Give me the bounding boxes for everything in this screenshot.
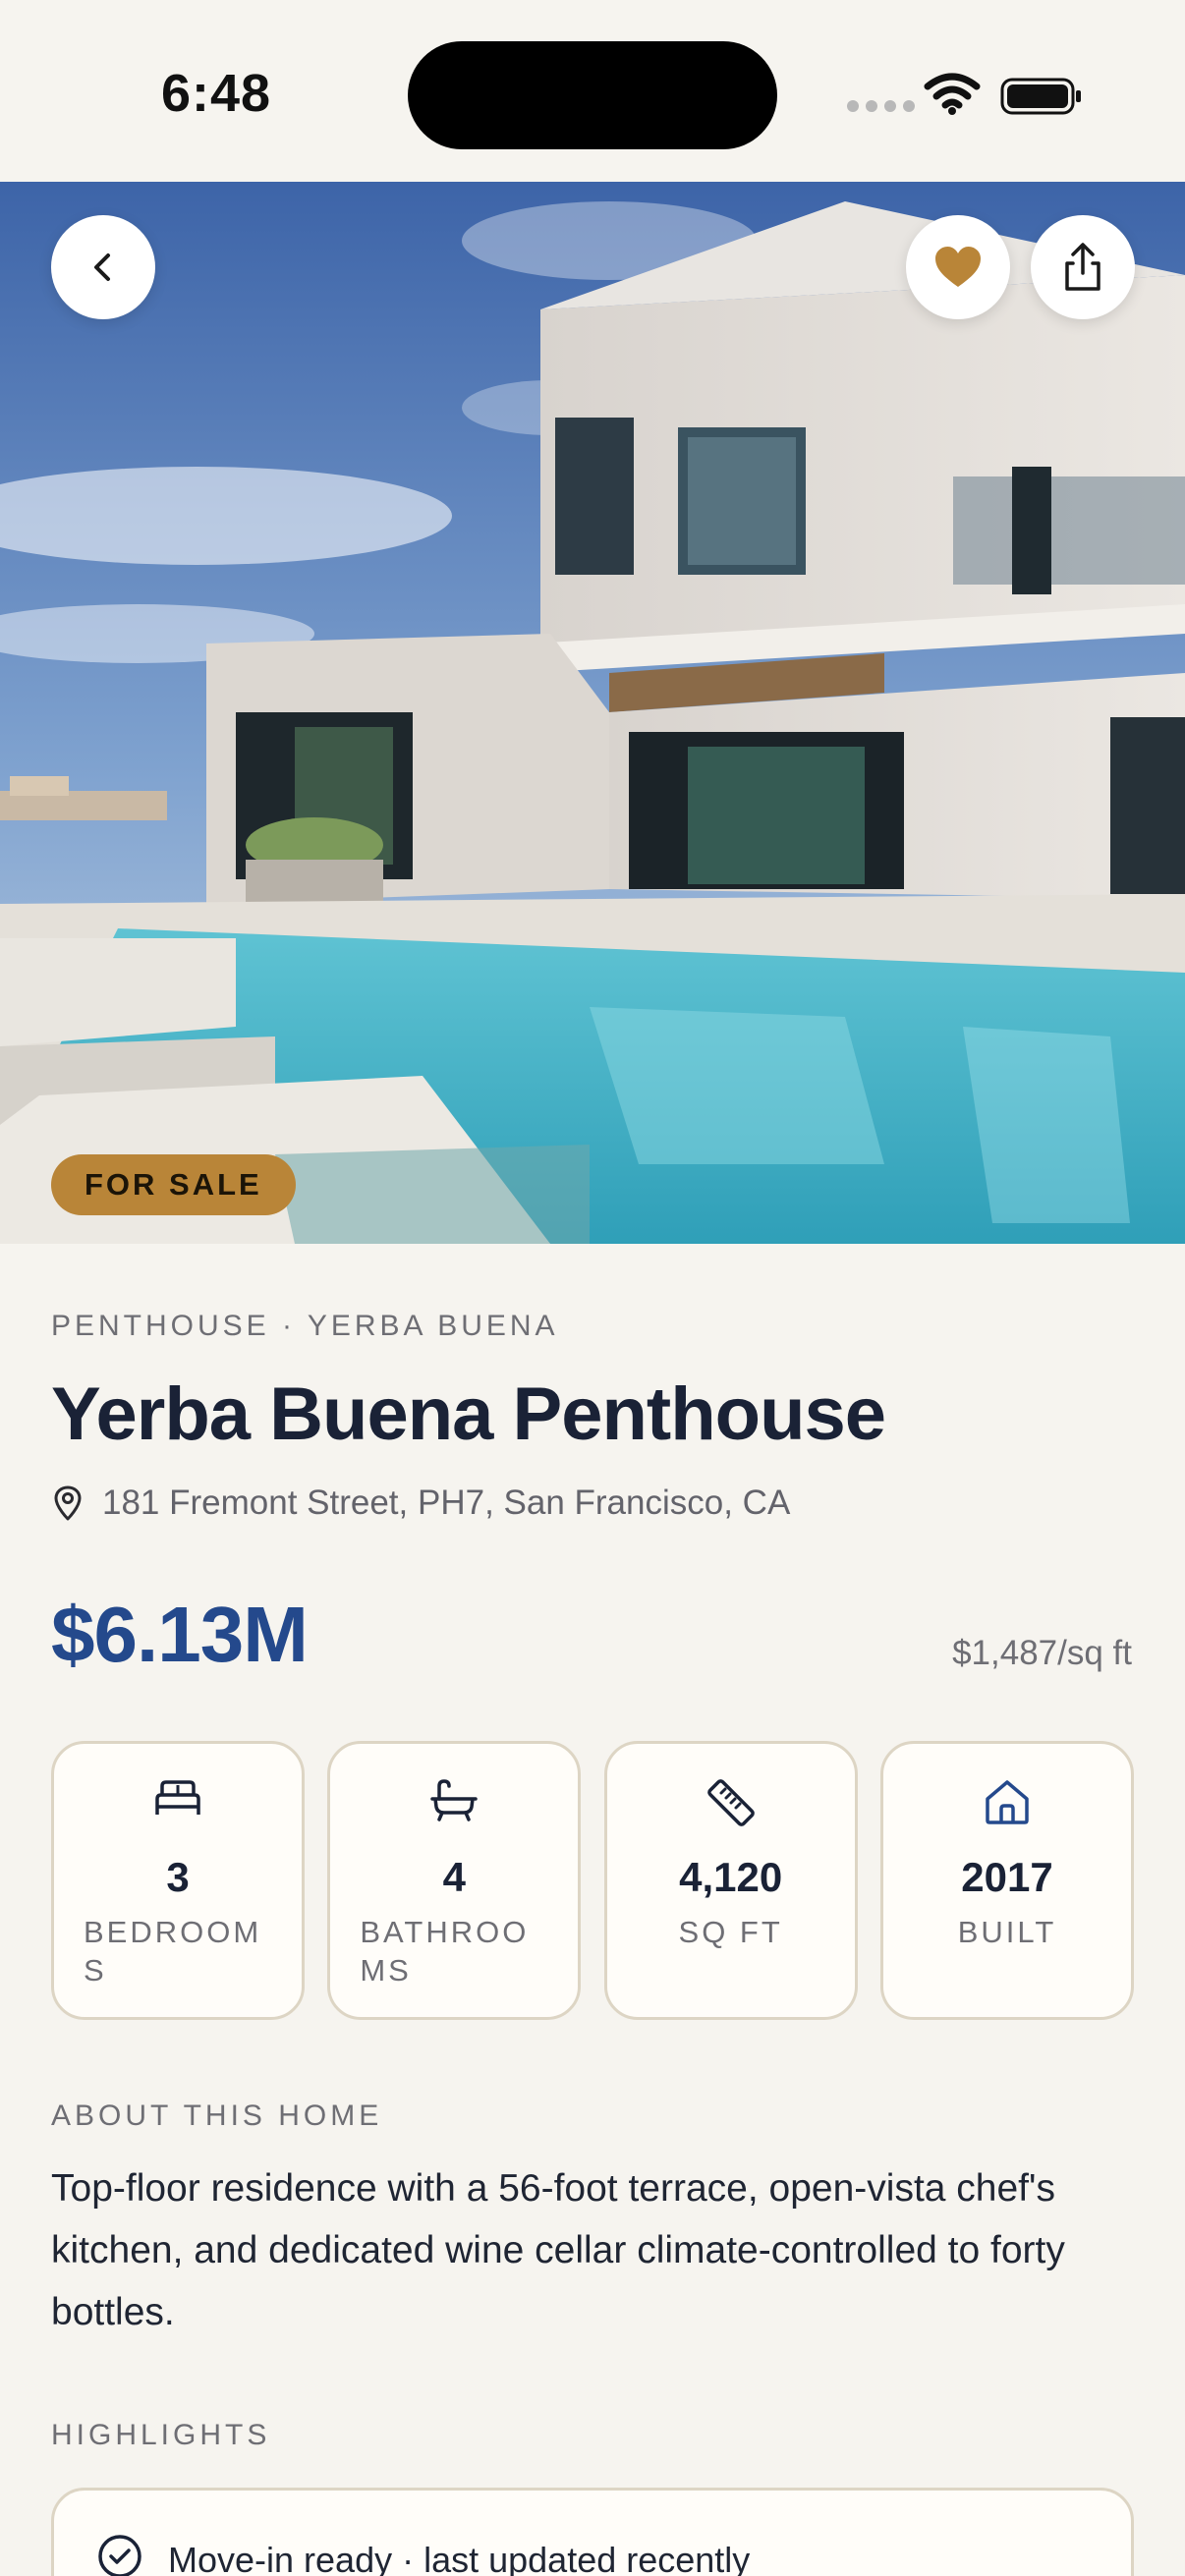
property-stats: 3 BEDROOMS 4 BATHROOMS 4,120 SQ FT 2017 …	[51, 1741, 1134, 2020]
check-circle-icon	[98, 2535, 141, 2576]
stat-value: 4,120	[679, 1854, 783, 1900]
location-pin-icon	[54, 1485, 82, 1521]
about-description: Top-floor residence with a 56-foot terra…	[51, 2167, 1065, 2333]
home-icon	[986, 1780, 1029, 1824]
address-row[interactable]: 181 Fremont Street, PH7, San Francisco, …	[51, 1484, 790, 1523]
property-type-eyebrow: PENTHOUSE · YERBA BUENA	[51, 1310, 559, 1342]
back-button[interactable]	[51, 215, 155, 319]
stat-value: 2017	[961, 1854, 1053, 1900]
stat-value: 4	[442, 1854, 466, 1900]
price-per-sqft: $1,487/sq ft	[952, 1634, 1132, 1672]
stat-card-sqft: 4,120 SQ FT	[603, 1741, 858, 2020]
highlights-heading: HIGHLIGHTS	[51, 2419, 271, 2451]
highlight-item: Move-in ready · last updated recently	[168, 2540, 751, 2576]
highlights-card: Move-in ready · last updated recently	[51, 2488, 1134, 2576]
bathtub-icon	[430, 1779, 479, 1821]
stat-value: 3	[166, 1854, 190, 1900]
stat-label: SQ FT	[678, 1915, 783, 1949]
heart-icon	[935, 247, 981, 287]
share-icon	[1065, 243, 1100, 291]
listing-price: $6.13M	[51, 1591, 309, 1678]
status-bar: 6:48	[0, 0, 1185, 182]
share-button[interactable]	[1031, 215, 1135, 319]
chevron-left-icon	[94, 253, 110, 281]
about-heading: ABOUT THIS HOME	[51, 2100, 383, 2132]
stat-card-year-built: 2017 BUILT	[879, 1741, 1134, 2020]
address-text: 181 Fremont Street, PH7, San Francisco, …	[102, 1484, 791, 1522]
listing-detail-screen: 6:48 FOR SALE PENTHOUSE · YERBA BUENA Ye…	[0, 0, 1185, 2576]
for-sale-badge: FOR SALE	[51, 1154, 296, 1215]
cellular-signal-icon	[847, 100, 915, 112]
dynamic-island	[408, 41, 777, 149]
stat-label: BATHROOMS	[360, 1915, 530, 1988]
stat-label: BEDROOMS	[84, 1915, 262, 1988]
hero-photo[interactable]: FOR SALE	[0, 182, 1185, 1244]
favorite-button[interactable]	[906, 215, 1010, 319]
stat-card-bathrooms: 4 BATHROOMS	[327, 1741, 582, 2020]
battery-icon	[1000, 78, 1081, 115]
status-time: 6:48	[161, 64, 272, 123]
property-photo	[0, 182, 1185, 1244]
stat-label: BUILT	[957, 1915, 1057, 1949]
bed-icon	[155, 1780, 200, 1815]
ruler-icon	[706, 1779, 755, 1826]
stat-card-bedrooms: 3 BEDROOMS	[51, 1741, 305, 2020]
wifi-icon	[924, 73, 981, 115]
listing-title: Yerba Buena Penthouse	[51, 1372, 886, 1456]
